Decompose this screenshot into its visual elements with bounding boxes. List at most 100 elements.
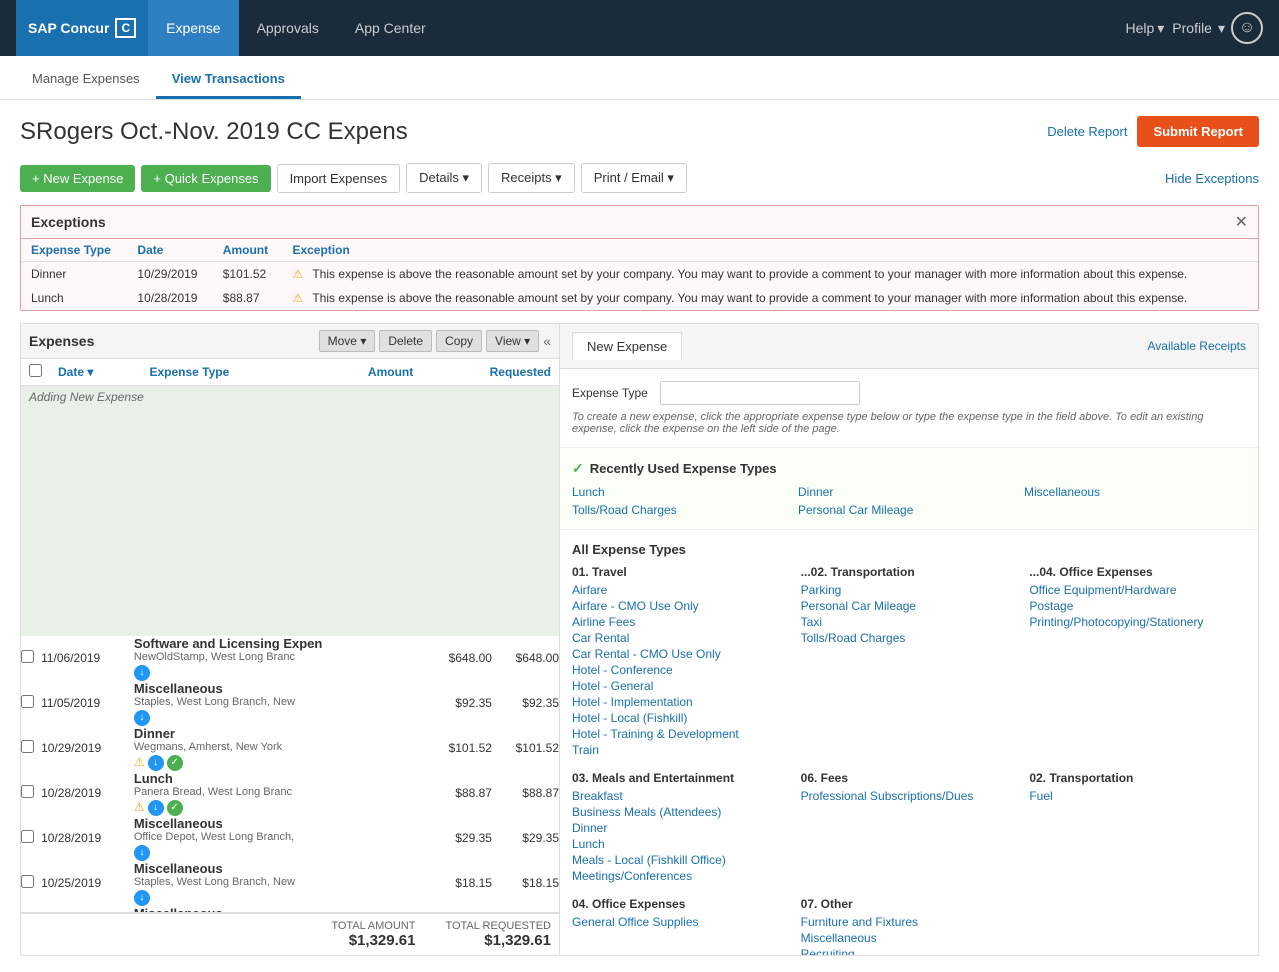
row-checkbox-cell[interactable] <box>21 681 41 726</box>
category-item[interactable]: Hotel - Conference <box>572 663 789 677</box>
select-all-checkbox[interactable] <box>29 364 42 377</box>
profile-button[interactable]: Profile ▾ ☺ <box>1172 12 1263 44</box>
recently-used-item[interactable]: Dinner <box>798 485 1020 499</box>
category-item[interactable]: Recruiting <box>801 947 1018 956</box>
category-item[interactable]: Personal Car Mileage <box>801 599 1018 613</box>
recently-used-item[interactable]: Lunch <box>572 485 794 499</box>
submit-report-button[interactable]: Submit Report <box>1137 116 1259 147</box>
category-item[interactable]: Hotel - Training & Development <box>572 727 789 741</box>
row-vendor: NewOldStamp, West Long Branc <box>134 651 425 663</box>
delete-report-button[interactable]: Delete Report <box>1047 124 1127 139</box>
category-item[interactable]: Professional Subscriptions/Dues <box>801 789 1018 803</box>
view-button[interactable]: View ▾ <box>486 330 539 352</box>
category-item[interactable]: Train <box>572 743 789 757</box>
category-item[interactable]: Meetings/Conferences <box>572 869 789 883</box>
category-item[interactable]: Car Rental - CMO Use Only <box>572 647 789 661</box>
quick-expenses-button[interactable]: + Quick Expenses <box>141 165 270 192</box>
print-email-button[interactable]: Print / Email ▾ <box>581 163 687 193</box>
row-checkbox[interactable] <box>21 875 34 888</box>
category-item[interactable]: Fuel <box>1029 789 1246 803</box>
row-checkbox-cell[interactable] <box>21 726 41 771</box>
col-select-all[interactable] <box>21 359 50 386</box>
col-exception: Exception <box>282 239 1258 262</box>
table-row[interactable]: 11/06/2019 Software and Licensing Expen … <box>21 636 559 681</box>
table-row[interactable]: 11/05/2019 Miscellaneous Staples, West L… <box>21 681 559 726</box>
category-item[interactable]: Meals - Local (Fishkill Office) <box>572 853 789 867</box>
category-item[interactable]: Furniture and Fixtures <box>801 915 1018 929</box>
toolbar-left: + New Expense + Quick Expenses Import Ex… <box>20 163 687 193</box>
logo-text: SAP Concur <box>28 20 109 36</box>
category-item[interactable]: Hotel - Implementation <box>572 695 789 709</box>
row-amount: $92.35 <box>425 681 492 726</box>
row-type-cell: Dinner Wegmans, Amherst, New York ⚠↓✓ <box>134 726 425 771</box>
category-item[interactable]: Airline Fees <box>572 615 789 629</box>
table-row[interactable]: 10/29/2019 Dinner Wegmans, Amherst, New … <box>21 726 559 771</box>
category-item[interactable]: Tolls/Road Charges <box>801 631 1018 645</box>
row-checkbox[interactable] <box>21 695 34 708</box>
row-checkbox-cell[interactable] <box>21 771 41 816</box>
col-amount[interactable]: Amount <box>312 359 421 386</box>
category-item[interactable]: Parking <box>801 583 1018 597</box>
subnav-manage-expenses[interactable]: Manage Expenses <box>16 61 156 99</box>
nav-approvals[interactable]: Approvals <box>239 0 337 56</box>
col-date[interactable]: Date ▾ <box>50 359 141 386</box>
category-item[interactable]: Dinner <box>572 821 789 835</box>
subnav-view-transactions[interactable]: View Transactions <box>156 61 301 99</box>
row-checkbox-cell[interactable] <box>21 636 41 681</box>
row-checkbox[interactable] <box>21 830 34 843</box>
exceptions-close-button[interactable]: ✕ <box>1235 212 1248 232</box>
receipts-button[interactable]: Receipts ▾ <box>488 163 575 193</box>
row-vendor: Wegmans, Amherst, New York <box>134 741 425 753</box>
category-item[interactable]: Hotel - Local (Fishkill) <box>572 711 789 725</box>
col-requested[interactable]: Requested <box>421 359 559 386</box>
category-title: 07. Other <box>801 897 1018 911</box>
new-expense-tab[interactable]: New Expense <box>572 332 682 360</box>
recently-used-item[interactable]: Miscellaneous <box>1024 485 1246 499</box>
copy-button[interactable]: Copy <box>436 330 482 352</box>
delete-button[interactable]: Delete <box>379 330 432 352</box>
category-item[interactable]: General Office Supplies <box>572 915 789 929</box>
category-item[interactable]: Car Rental <box>572 631 789 645</box>
expense-category: 03. Meals and EntertainmentBreakfastBusi… <box>572 771 789 885</box>
recently-used-grid: Lunch Dinner Miscellaneous Tolls/Road Charg… <box>572 485 1246 517</box>
category-item[interactable]: Business Meals (Attendees) <box>572 805 789 819</box>
row-checkbox[interactable] <box>21 740 34 753</box>
category-item[interactable]: Breakfast <box>572 789 789 803</box>
new-expense-button[interactable]: + New Expense <box>20 165 135 192</box>
recently-used-item[interactable]: Tolls/Road Charges <box>572 503 794 517</box>
category-item[interactable]: Lunch <box>572 837 789 851</box>
category-item[interactable]: Miscellaneous <box>801 931 1018 945</box>
table-row[interactable]: 10/28/2019 Lunch Panera Bread, West Long… <box>21 771 559 816</box>
recently-used-item[interactable]: Personal Car Mileage <box>798 503 1020 517</box>
available-receipts-link[interactable]: Available Receipts <box>1147 339 1246 353</box>
table-row[interactable]: 10/28/2019 Miscellaneous Office Depot, W… <box>21 816 559 861</box>
category-item[interactable]: Airfare <box>572 583 789 597</box>
col-expense-type[interactable]: Expense Type <box>141 359 312 386</box>
nav-app-center[interactable]: App Center <box>337 0 444 56</box>
all-expense-types-section: All Expense Types 01. TravelAirfareAirfa… <box>560 530 1258 956</box>
row-checkbox[interactable] <box>21 650 34 663</box>
row-checkbox[interactable] <box>21 785 34 798</box>
collapse-button[interactable]: « <box>543 333 551 349</box>
import-expenses-button[interactable]: Import Expenses <box>277 164 401 193</box>
col-amount: Amount <box>213 239 283 262</box>
category-item[interactable]: Hotel - General <box>572 679 789 693</box>
category-item[interactable]: Taxi <box>801 615 1018 629</box>
category-item[interactable]: Printing/Photocopying/Stationery <box>1029 615 1246 629</box>
nav-expense[interactable]: Expense <box>148 0 238 56</box>
expense-type-input[interactable] <box>660 381 860 405</box>
table-row[interactable]: 10/25/2019 Miscellaneous Staples, West L… <box>21 861 559 906</box>
exception-date: 10/29/2019 <box>127 262 212 287</box>
expense-type-field: Expense Type To create a new expense, cl… <box>560 369 1258 448</box>
details-button[interactable]: Details ▾ <box>406 163 482 193</box>
row-checkbox-cell[interactable] <box>21 816 41 861</box>
category-item[interactable]: Postage <box>1029 599 1246 613</box>
help-button[interactable]: Help ▾ <box>1125 20 1164 37</box>
row-checkbox-cell[interactable] <box>21 861 41 906</box>
hide-exceptions-button[interactable]: Hide Exceptions <box>1165 171 1259 186</box>
category-item[interactable]: Office Equipment/Hardware <box>1029 583 1246 597</box>
move-button[interactable]: Move ▾ <box>319 330 376 352</box>
row-expense-type: Dinner <box>134 726 425 741</box>
exception-message: ⚠ This expense is above the reasonable a… <box>282 286 1258 310</box>
category-item[interactable]: Airfare - CMO Use Only <box>572 599 789 613</box>
